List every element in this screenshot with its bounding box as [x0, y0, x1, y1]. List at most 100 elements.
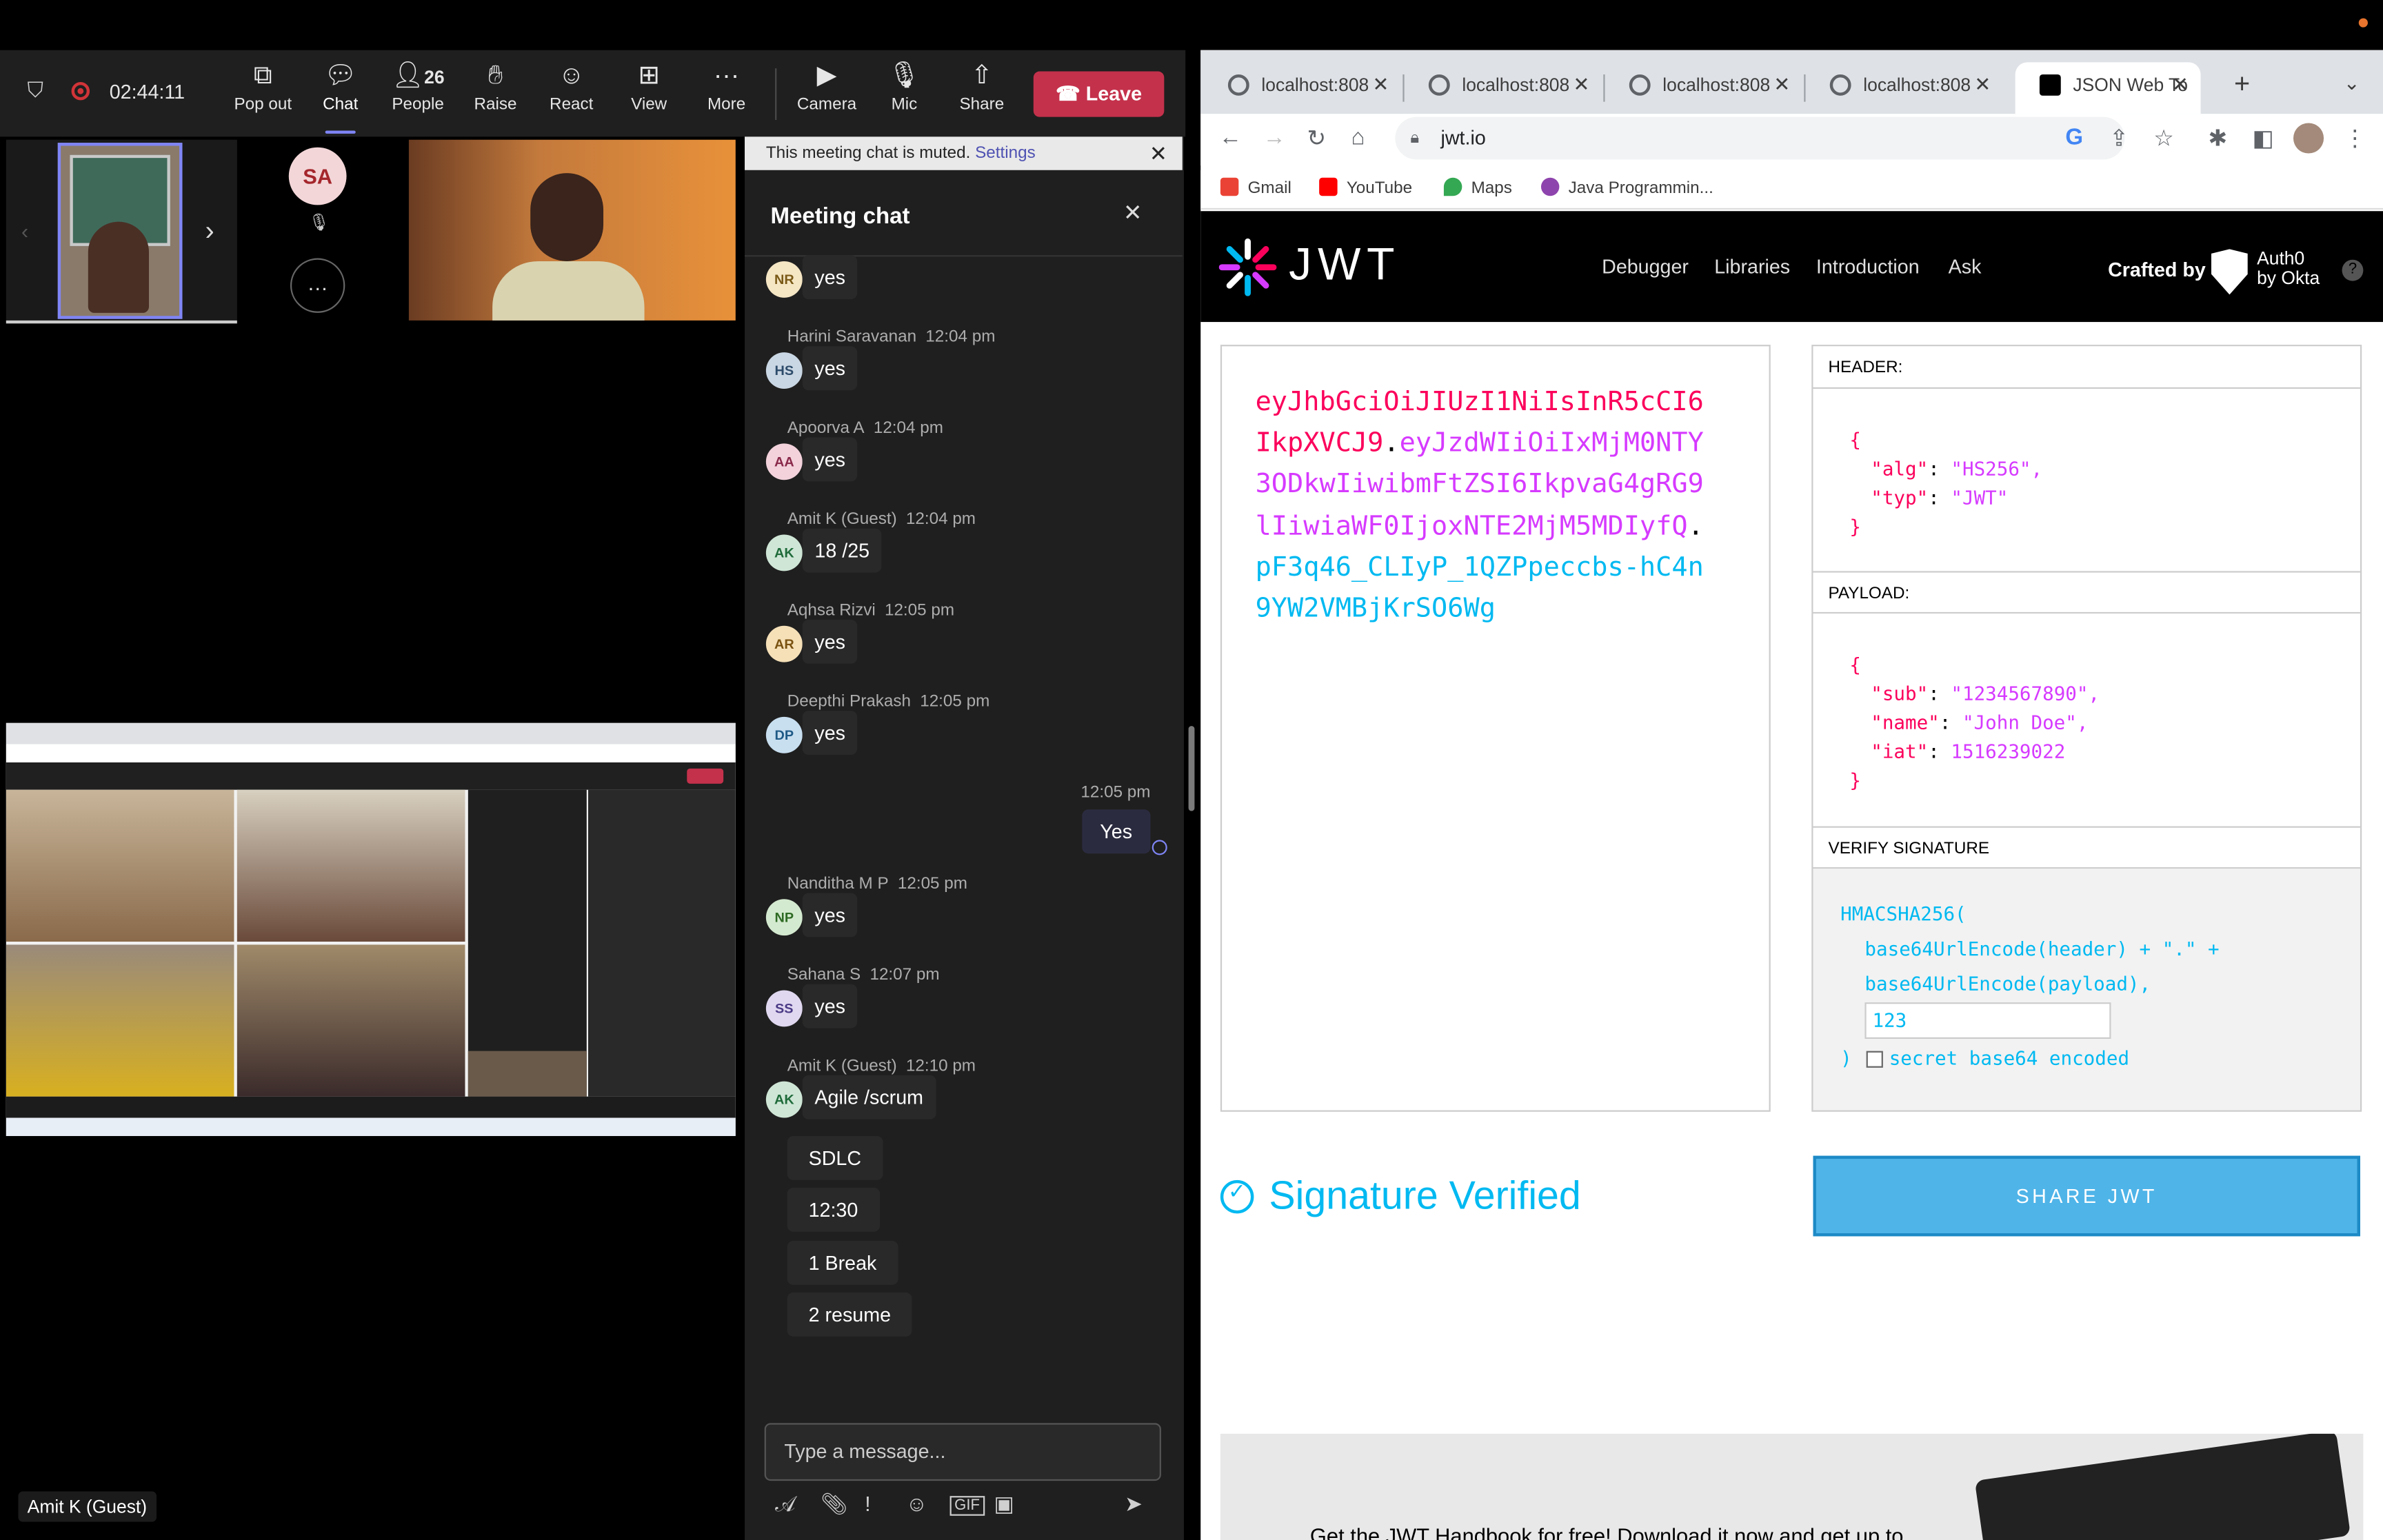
- bookmark-youtube[interactable]: YouTube: [1319, 177, 1412, 197]
- participant-video-tile[interactable]: [57, 143, 183, 319]
- mic-button[interactable]: 🎙︎ Mic: [866, 59, 942, 129]
- leave-button[interactable]: ☎ Leave: [1033, 71, 1165, 117]
- message-text[interactable]: yes: [802, 619, 858, 664]
- chat-button[interactable]: 💬︎ Chat: [303, 59, 379, 134]
- message-text[interactable]: yes: [802, 437, 858, 482]
- emoji-icon[interactable]: ☺: [906, 1492, 928, 1516]
- browser-tab[interactable]: localhost:808 ✕: [1605, 62, 1803, 114]
- close-tab-icon[interactable]: ✕: [1773, 62, 1790, 108]
- profile-avatar[interactable]: [2293, 123, 2324, 154]
- base64-checkbox[interactable]: [1866, 1051, 1883, 1068]
- message-input[interactable]: Type a message...: [764, 1423, 1161, 1481]
- jwt-logo-icon[interactable]: [1218, 238, 1277, 296]
- globe-icon: [1428, 74, 1450, 96]
- send-icon[interactable]: ➤: [1125, 1492, 1143, 1517]
- format-icon[interactable]: 𝒜: [775, 1492, 795, 1517]
- auth0-logo[interactable]: Auth0 by Okta: [2257, 248, 2320, 288]
- more-button[interactable]: ··· More: [688, 59, 764, 129]
- settings-link[interactable]: Settings: [975, 144, 1036, 162]
- participant-head: [530, 173, 604, 261]
- message-text[interactable]: 2 resume: [787, 1292, 912, 1337]
- more-participants-button[interactable]: …: [290, 258, 345, 313]
- new-tab-icon[interactable]: +: [2234, 68, 2250, 100]
- close-chat-icon[interactable]: ✕: [1123, 199, 1143, 226]
- home-icon[interactable]: ⌂: [1351, 125, 1365, 150]
- message-text[interactable]: yes: [802, 711, 858, 755]
- message-text[interactable]: yes: [802, 984, 858, 1029]
- avatar[interactable]: AR: [765, 625, 803, 662]
- avatar[interactable]: DP: [765, 716, 803, 753]
- back-icon[interactable]: ←: [1219, 125, 1242, 150]
- shared-device-settings: [587, 789, 736, 1097]
- chevron-right-icon[interactable]: ›: [205, 216, 214, 247]
- avatar[interactable]: HS: [765, 352, 803, 389]
- my-message-text[interactable]: Yes: [1081, 809, 1151, 854]
- bookmark-gmail[interactable]: Gmail: [1220, 177, 1291, 197]
- browser-tab[interactable]: localhost:808 ✕: [1204, 62, 1402, 114]
- message-text[interactable]: 18 /25: [802, 528, 882, 573]
- share-jwt-button[interactable]: SHARE JWT: [1813, 1155, 2360, 1237]
- extensions-icon[interactable]: ✱: [2209, 125, 2228, 152]
- sticker-icon[interactable]: ▣: [994, 1492, 1014, 1517]
- sidepanel-icon[interactable]: ◧: [2252, 125, 2273, 152]
- avatar[interactable]: AK: [765, 534, 803, 571]
- avatar[interactable]: SS: [765, 990, 803, 1027]
- splitter-handle[interactable]: [1188, 726, 1195, 811]
- browser-tab[interactable]: localhost:808 ✕: [1805, 62, 2003, 114]
- raise-hand-button[interactable]: ✋︎ Raise: [457, 59, 533, 129]
- encoded-token[interactable]: eyJhbGciOiJIUzI1NiIsInR5cCI6IkpXVCJ9.eyJ…: [1256, 383, 1711, 631]
- message-text[interactable]: yes: [802, 255, 858, 300]
- share-page-icon[interactable]: ⇪: [2109, 125, 2129, 152]
- google-icon[interactable]: G: [2065, 125, 2083, 150]
- people-button[interactable]: 👤︎26 People: [380, 59, 456, 129]
- avatar[interactable]: NP: [765, 899, 803, 936]
- bookmark-maps[interactable]: Maps: [1443, 177, 1512, 197]
- browser-tab[interactable]: localhost:808 ✕: [1405, 62, 1602, 114]
- forward-icon[interactable]: →: [1263, 125, 1286, 150]
- bookmark-java[interactable]: Java Programmin...: [1540, 177, 1713, 197]
- message-text[interactable]: yes: [802, 893, 858, 938]
- react-button[interactable]: ☺ React: [534, 59, 610, 129]
- close-tab-icon[interactable]: ✕: [1573, 62, 1589, 108]
- nav-introduction[interactable]: Introduction: [1816, 255, 1920, 278]
- close-tab-icon[interactable]: ✕: [2172, 62, 2189, 108]
- shared-bottom-bar: [6, 1096, 736, 1118]
- nav-debugger[interactable]: Debugger: [1602, 255, 1689, 278]
- gif-icon[interactable]: GIF: [949, 1496, 985, 1516]
- message-text[interactable]: 12:30: [787, 1187, 880, 1232]
- secret-input[interactable]: 123: [1864, 1002, 2111, 1039]
- message-text[interactable]: 1 Break: [787, 1241, 898, 1285]
- avatar[interactable]: AA: [765, 443, 803, 480]
- priority-icon[interactable]: !: [865, 1492, 871, 1516]
- help-icon[interactable]: ?: [2342, 259, 2364, 281]
- camera-button[interactable]: ▶︎ Camera: [789, 59, 865, 129]
- close-tab-icon[interactable]: ✕: [1373, 62, 1389, 108]
- message-text[interactable]: Agile /scrum: [802, 1075, 936, 1119]
- tab-title: localhost:808: [1662, 74, 1771, 96]
- share-button[interactable]: ⇧ Share: [944, 59, 1020, 129]
- close-icon[interactable]: ✕: [1149, 136, 1167, 170]
- star-icon[interactable]: ☆: [2153, 125, 2174, 152]
- close-tab-icon[interactable]: ✕: [1974, 62, 1991, 108]
- header-json[interactable]: { "alg": "HS256", "typ": "JWT" }: [1813, 389, 2360, 571]
- payload-json[interactable]: { "sub": "1234567890", "name": "John Doe…: [1813, 614, 2360, 827]
- jwt-logo-text[interactable]: JWT: [1289, 240, 1400, 292]
- nav-ask[interactable]: Ask: [1949, 255, 1982, 278]
- browser-tab[interactable]: JSON Web To ✕: [2015, 62, 2201, 114]
- attach-icon[interactable]: 📎︎: [821, 1492, 847, 1517]
- avatar[interactable]: NR: [765, 261, 803, 298]
- message-text[interactable]: yes: [802, 346, 858, 391]
- popout-button[interactable]: ⧉ Pop out: [225, 59, 301, 129]
- address-bar[interactable]: 🔒︎ jwt.io: [1395, 116, 2125, 160]
- avatar[interactable]: AK: [765, 1081, 803, 1118]
- tab-title: localhost:808: [1462, 74, 1570, 96]
- payload-section-label: PAYLOAD:: [1813, 571, 2360, 614]
- tab-search-icon[interactable]: ⌄: [2344, 72, 2360, 96]
- view-button[interactable]: ⊞ View: [611, 59, 687, 129]
- menu-kebab-icon[interactable]: ⋮: [2344, 125, 2366, 152]
- nav-libraries[interactable]: Libraries: [1714, 255, 1790, 278]
- message-time: 12:04 pm: [873, 419, 943, 438]
- reload-icon[interactable]: ↻: [1307, 125, 1327, 152]
- chevron-left-icon[interactable]: ‹: [21, 219, 28, 243]
- message-text[interactable]: SDLC: [787, 1135, 883, 1180]
